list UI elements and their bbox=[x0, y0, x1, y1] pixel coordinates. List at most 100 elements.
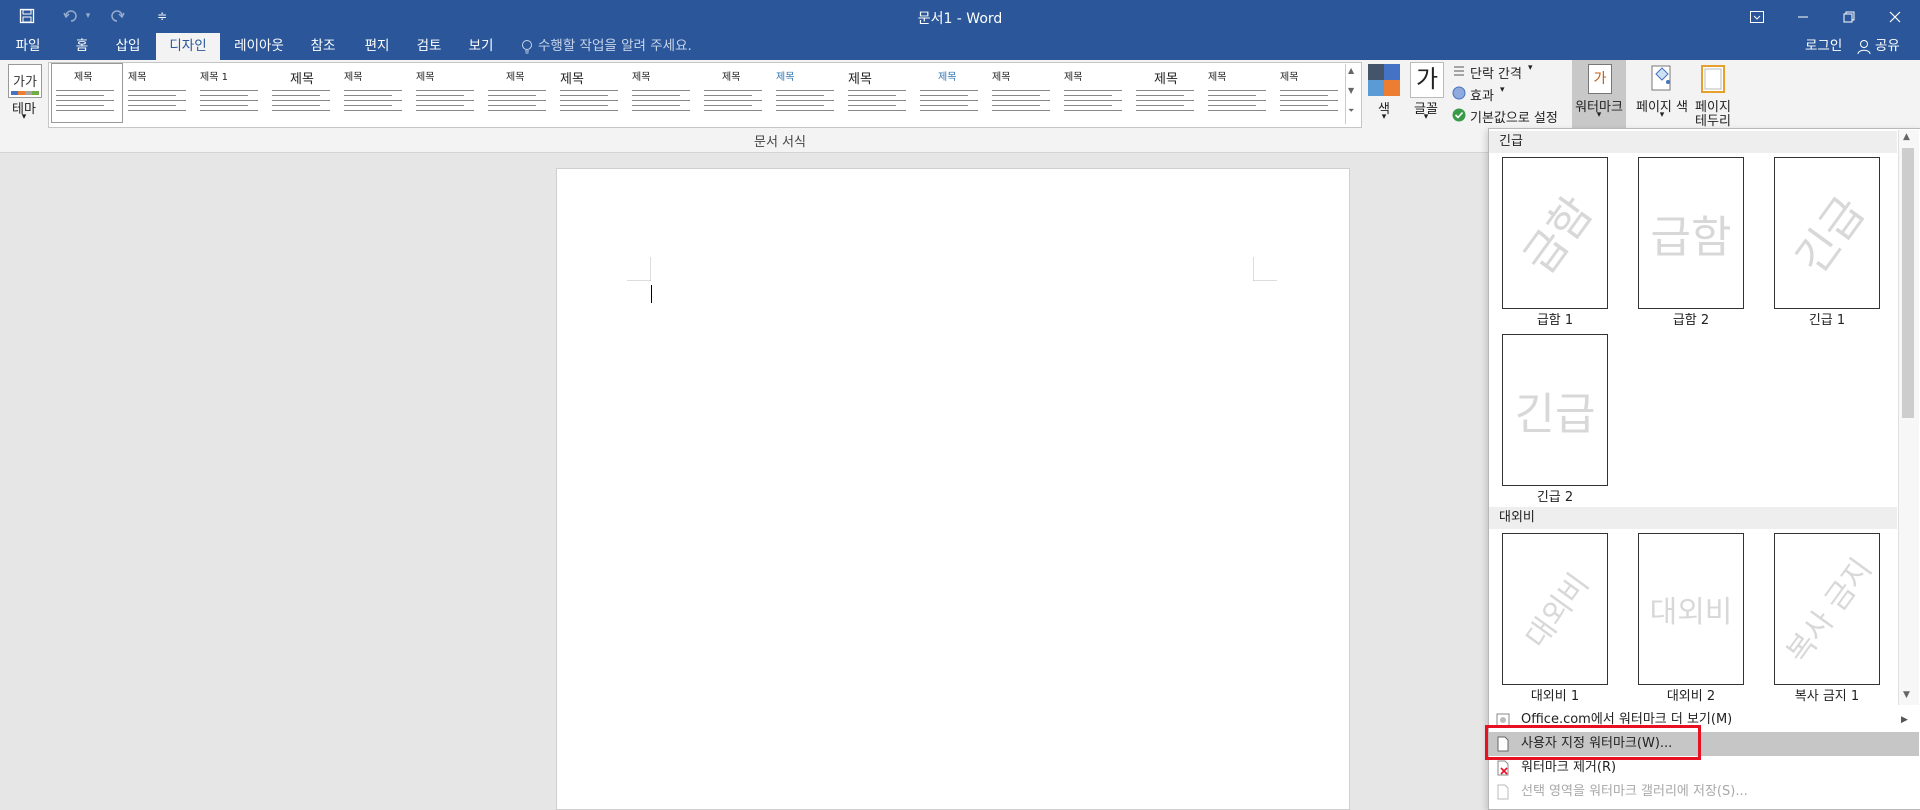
watermark-preview-text: 복사 금지 bbox=[1780, 552, 1880, 670]
style-set-sample-line bbox=[128, 105, 176, 106]
style-set-thumbnail[interactable]: 제목 bbox=[1276, 64, 1346, 122]
style-set-thumbnail[interactable]: 제목 bbox=[1204, 64, 1274, 122]
effects-icon bbox=[1452, 86, 1466, 100]
style-set-sample-line bbox=[128, 110, 186, 111]
gallery-up-icon[interactable]: ▲ bbox=[1348, 66, 1354, 75]
tab-file[interactable]: 파일 bbox=[6, 33, 50, 60]
style-set-sample-line bbox=[272, 110, 330, 111]
watermark-option-label: 대외비 1 bbox=[1530, 689, 1580, 704]
watermark-option[interactable]: 대외비 bbox=[1502, 533, 1608, 685]
style-set-sample-line bbox=[1208, 90, 1266, 91]
watermark-preview-text: 대외비 bbox=[1649, 595, 1733, 630]
scroll-down-icon[interactable]: ▼ bbox=[1903, 690, 1910, 700]
gallery-more-icon[interactable]: ⏷ bbox=[1348, 106, 1354, 116]
watermark-gallery-scrollbar[interactable]: ▲ ▼ bbox=[1898, 130, 1919, 705]
style-set-title: 제목 bbox=[344, 72, 363, 83]
style-set-sample-line bbox=[776, 100, 834, 101]
ribbon-display-options-icon[interactable] bbox=[1734, 0, 1780, 33]
style-set-sample-line bbox=[848, 100, 906, 101]
watermark-option-label: 대외비 2 bbox=[1666, 689, 1716, 704]
text-cursor bbox=[651, 285, 652, 303]
scroll-thumb[interactable] bbox=[1902, 148, 1914, 418]
style-set-thumbnail[interactable]: 제목 bbox=[412, 64, 482, 122]
watermark-option[interactable]: 복사 금지 bbox=[1774, 533, 1880, 685]
style-set-sample-line bbox=[1280, 110, 1338, 111]
tell-me-search[interactable]: 수행할 작업을 알려 주세요. bbox=[538, 33, 692, 60]
style-set-title: 제목 bbox=[416, 72, 435, 83]
style-set-title: 제목 bbox=[506, 72, 525, 83]
watermark-option[interactable]: 대외비 bbox=[1638, 533, 1744, 685]
gallery-scrollbar[interactable]: ▲ ▼ ⏷ bbox=[1345, 64, 1360, 124]
scroll-up-icon[interactable]: ▲ bbox=[1903, 132, 1910, 142]
page-color-button[interactable]: 페이지 색 ▾ bbox=[1630, 60, 1694, 128]
watermark-option[interactable]: 긴급 bbox=[1774, 157, 1880, 309]
style-set-sample-line bbox=[1208, 110, 1266, 111]
style-set-thumbnail[interactable]: 제목 bbox=[844, 64, 914, 122]
office-watermark-icon bbox=[1496, 713, 1510, 727]
style-set-thumbnail[interactable]: 제목 bbox=[916, 64, 986, 122]
style-set-sample-line bbox=[704, 95, 752, 96]
style-set-sample-line bbox=[416, 90, 474, 91]
tab-insert[interactable]: 삽입 bbox=[106, 33, 150, 60]
themes-button[interactable]: 가가 bbox=[8, 64, 42, 98]
gallery-down-icon[interactable]: ▼ bbox=[1348, 86, 1354, 95]
watermark-option[interactable]: 급함 bbox=[1502, 157, 1608, 309]
tab-mailings[interactable]: 편지 bbox=[354, 33, 400, 60]
share-button[interactable]: 공유 bbox=[1875, 33, 1900, 60]
style-set-sample-line bbox=[560, 110, 618, 111]
style-set-sample-line bbox=[776, 105, 824, 106]
watermark-option[interactable]: 긴급 bbox=[1502, 334, 1608, 486]
page-borders-button[interactable]: 페이지 테두리 bbox=[1688, 60, 1738, 129]
style-set-sample-line bbox=[632, 90, 690, 91]
style-set-thumbnail[interactable]: 제목 bbox=[700, 64, 770, 122]
tab-home[interactable]: 홈 bbox=[60, 33, 104, 60]
style-set-sample-line bbox=[344, 110, 402, 111]
style-set-thumbnail[interactable]: 제목 bbox=[772, 64, 842, 122]
tab-layout[interactable]: 레이아웃 bbox=[226, 33, 292, 60]
restore-icon[interactable] bbox=[1826, 0, 1872, 33]
style-set-sample-line bbox=[632, 105, 680, 106]
style-set-sample-line bbox=[560, 90, 618, 91]
menu-more-watermarks-label: Office.com에서 워터마크 더 보기(M) bbox=[1521, 712, 1733, 727]
document-title: 문서1 - Word bbox=[917, 11, 1003, 27]
style-set-thumbnail[interactable]: 제목 bbox=[484, 64, 554, 122]
menu-more-watermarks-office[interactable]: Office.com에서 워터마크 더 보기(M) ▶ bbox=[1489, 708, 1919, 732]
style-set-sample-line bbox=[920, 100, 978, 101]
fonts-button[interactable]: 가 bbox=[1410, 62, 1444, 98]
style-set-thumbnail[interactable]: 제목 bbox=[340, 64, 410, 122]
style-set-sample-line bbox=[1280, 105, 1328, 106]
tab-references[interactable]: 참조 bbox=[300, 33, 346, 60]
close-icon[interactable] bbox=[1872, 0, 1918, 33]
style-set-thumbnail[interactable]: 제목 bbox=[556, 64, 626, 122]
tab-design[interactable]: 디자인 bbox=[156, 33, 220, 60]
tab-view[interactable]: 보기 bbox=[458, 33, 504, 60]
style-set-thumbnail[interactable]: 제목 bbox=[628, 64, 698, 122]
login-link[interactable]: 로그인 bbox=[1805, 33, 1842, 60]
style-set-sample-line bbox=[992, 105, 1040, 106]
tab-review[interactable]: 검토 bbox=[406, 33, 452, 60]
style-set-thumbnail[interactable]: 제목 bbox=[1132, 64, 1202, 122]
custom-watermark-icon bbox=[1497, 736, 1509, 752]
watermark-button[interactable]: 가 워터마크 ▾ bbox=[1572, 60, 1626, 128]
menu-custom-watermark[interactable]: 사용자 지정 워터마크(W)... bbox=[1489, 732, 1919, 756]
theme-color-strip bbox=[11, 91, 39, 95]
style-set-thumbnail[interactable]: 제목 bbox=[124, 64, 194, 122]
watermark-option-label: 급함 2 bbox=[1672, 313, 1710, 328]
style-set-thumbnail[interactable]: 제목 1 bbox=[196, 64, 266, 122]
set-as-default-label: 기본값으로 설정 bbox=[1470, 111, 1558, 126]
ribbon-tab-row: 파일 홈 삽입 디자인 레이아웃 참조 편지 검토 보기 수행할 작업을 알려 … bbox=[0, 33, 1920, 60]
checkmark-circle-icon bbox=[1452, 108, 1466, 122]
menu-remove-watermark[interactable]: 워터마크 제거(R) bbox=[1489, 756, 1919, 780]
colors-button[interactable] bbox=[1368, 64, 1400, 96]
watermark-option[interactable]: 급함 bbox=[1638, 157, 1744, 309]
style-set-thumbnail[interactable]: 제목 bbox=[268, 64, 338, 122]
style-set-title: 제목 bbox=[776, 72, 795, 83]
document-page[interactable] bbox=[556, 168, 1350, 810]
style-set-sample-line bbox=[1136, 90, 1194, 91]
style-set-thumbnail[interactable]: 제목 bbox=[1060, 64, 1130, 122]
style-set-sample-line bbox=[344, 90, 402, 91]
minimize-icon[interactable] bbox=[1780, 0, 1826, 33]
style-set-thumbnail[interactable]: 제목 bbox=[988, 64, 1058, 122]
style-set-thumbnail[interactable]: 제목 bbox=[51, 63, 123, 123]
style-set-title: 제목 bbox=[560, 72, 584, 87]
